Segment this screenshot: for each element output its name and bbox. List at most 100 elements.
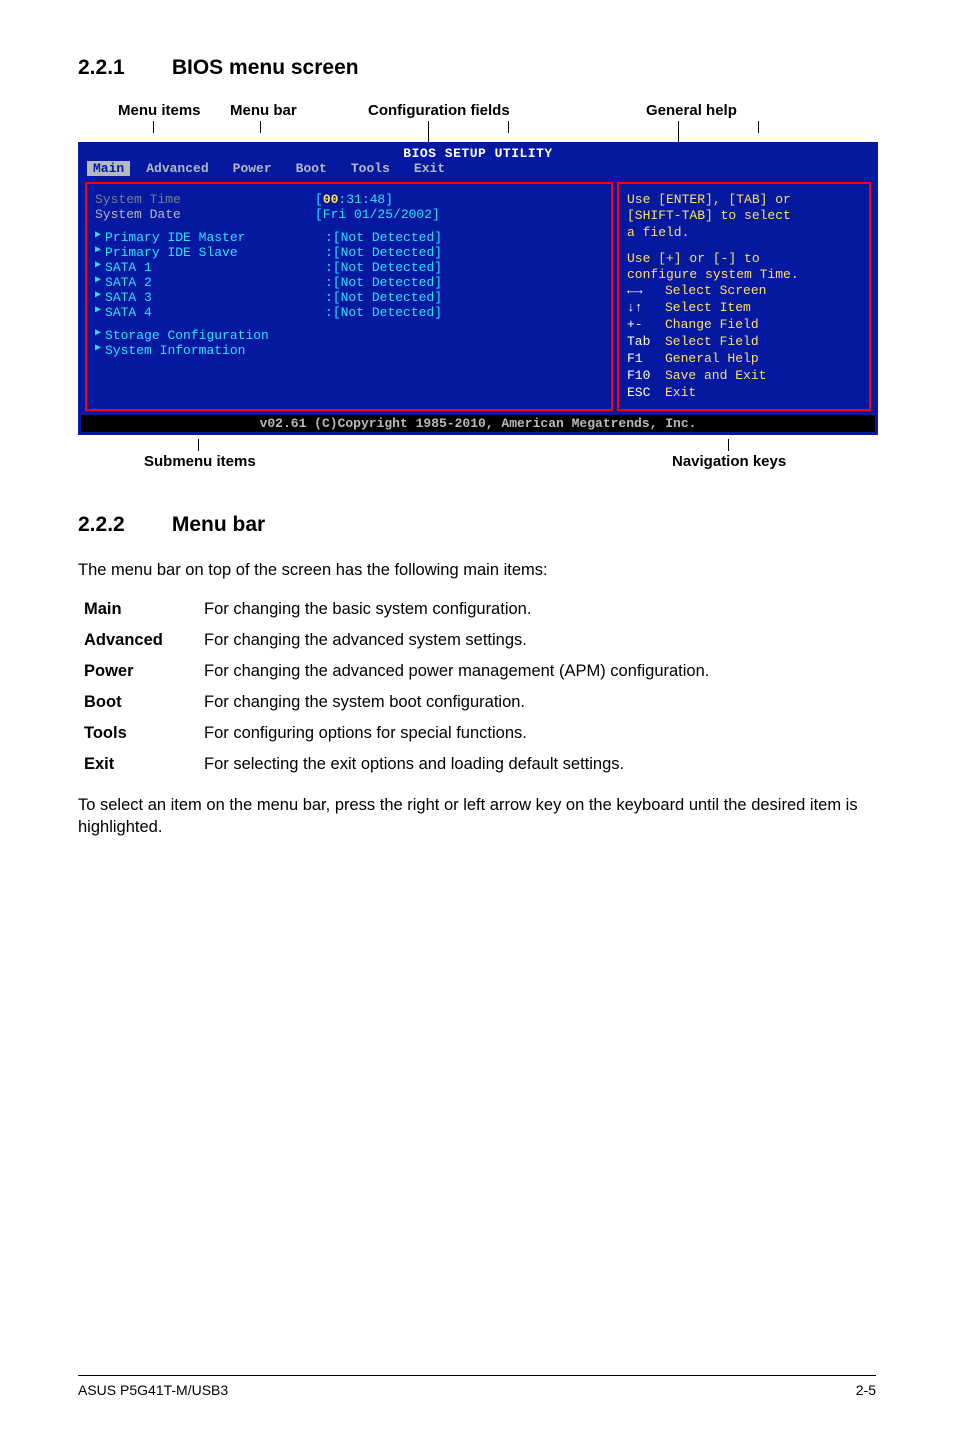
row-sata-3[interactable]: SATA 3 :[Not Detected] <box>95 290 603 305</box>
value: :[Not Detected] <box>325 290 442 305</box>
row-system-date[interactable]: System Date [Fri 01/25/2002] <box>95 207 603 222</box>
value-system-time: [00:31:48] <box>315 192 393 207</box>
table-row: BootFor changing the system boot configu… <box>84 687 721 718</box>
nav-key: +- <box>627 317 665 334</box>
callout-tick <box>198 439 199 451</box>
label: Primary IDE Master <box>105 230 325 245</box>
menu-description-table: MainFor changing the basic system config… <box>84 594 721 780</box>
label: SATA 1 <box>105 260 325 275</box>
section-heading-222: 2.2.2 Menu bar <box>78 513 876 537</box>
menu-name: Exit <box>84 749 204 780</box>
table-row: ExitFor selecting the exit options and l… <box>84 749 721 780</box>
row-primary-ide-slave[interactable]: Primary IDE Slave :[Not Detected] <box>95 245 603 260</box>
value: :[Not Detected] <box>325 275 442 290</box>
help-line: Use [ENTER], [TAB] or <box>627 192 861 208</box>
callout-row-top: Menu items Menu bar Configuration fields… <box>78 102 876 142</box>
bios-help-panel: Use [ENTER], [TAB] or [SHIFT-TAB] to sel… <box>617 182 871 411</box>
callout-tick <box>758 121 759 133</box>
nav-label: Select Screen <box>665 283 766 298</box>
table-row: MainFor changing the basic system config… <box>84 594 721 625</box>
menu-name: Power <box>84 656 204 687</box>
help-line: [SHIFT-TAB] to select <box>627 208 861 224</box>
label: SATA 3 <box>105 290 325 305</box>
callout-submenu-items: Submenu items <box>144 453 256 470</box>
nav-label: Select Field <box>665 334 759 349</box>
nav-label: General Help <box>665 351 759 366</box>
bios-title: BIOS SETUP UTILITY <box>81 145 875 161</box>
value: :[Not Detected] <box>325 230 442 245</box>
row-system-info[interactable]: System Information <box>95 343 603 358</box>
help-text: Use [ENTER], [TAB] or [SHIFT-TAB] to sel… <box>627 192 861 283</box>
row-system-time[interactable]: System Time [00:31:48] <box>95 192 603 207</box>
section-number: 2.2.1 <box>78 56 166 80</box>
label-system-date: System Date <box>95 207 315 222</box>
row-sata-4[interactable]: SATA 4 :[Not Detected] <box>95 305 603 320</box>
tab-main[interactable]: Main <box>87 161 130 176</box>
help-line: Use [+] or [-] to <box>627 251 861 267</box>
bracket-open: [ <box>315 192 323 207</box>
menu-desc: For selecting the exit options and loadi… <box>204 749 721 780</box>
row-sata-1[interactable]: SATA 1 :[Not Detected] <box>95 260 603 275</box>
callout-config-fields: Configuration fields <box>368 102 510 119</box>
row-primary-ide-master[interactable]: Primary IDE Master :[Not Detected] <box>95 230 603 245</box>
callout-menu-bar: Menu bar <box>230 102 297 119</box>
help-line: a field. <box>627 225 861 241</box>
table-row: ToolsFor configuring options for special… <box>84 718 721 749</box>
label: Storage Configuration <box>105 328 325 343</box>
section2-intro: The menu bar on top of the screen has th… <box>78 559 876 581</box>
table-row: PowerFor changing the advanced power man… <box>84 656 721 687</box>
label-system-time: System Time <box>95 192 315 207</box>
nav-label: Exit <box>665 385 696 400</box>
callout-tick <box>728 439 729 451</box>
page-footer: ASUS P5G41T-M/USB3 2-5 <box>78 1375 876 1398</box>
menu-name: Tools <box>84 718 204 749</box>
bios-main-panel: System Time [00:31:48] System Date [Fri … <box>85 182 613 411</box>
tab-boot[interactable]: Boot <box>284 161 339 176</box>
row-storage-config[interactable]: Storage Configuration <box>95 328 603 343</box>
nav-label: Change Field <box>665 317 759 332</box>
value: :[Not Detected] <box>325 305 442 320</box>
nav-key: Tab <box>627 334 665 351</box>
time-rest: :31:48] <box>338 192 393 207</box>
label: Primary IDE Slave <box>105 245 325 260</box>
value: :[Not Detected] <box>325 260 442 275</box>
callout-tick <box>260 121 261 133</box>
bios-menubar: Main Advanced Power Boot Tools Exit <box>81 161 875 178</box>
callout-row-bottom: Submenu items Navigation keys <box>78 439 876 489</box>
label: SATA 2 <box>105 275 325 290</box>
menu-desc: For changing the system boot configurati… <box>204 687 721 718</box>
tab-tools[interactable]: Tools <box>339 161 402 176</box>
nav-label: Select Item <box>665 300 751 315</box>
menu-desc: For changing the advanced system setting… <box>204 625 721 656</box>
callout-tick <box>153 121 154 133</box>
tab-exit[interactable]: Exit <box>402 161 457 176</box>
callout-tick <box>508 121 509 133</box>
nav-key: ESC <box>627 385 665 402</box>
callout-navigation-keys: Navigation keys <box>672 453 786 470</box>
label: System Information <box>105 343 325 358</box>
tab-power[interactable]: Power <box>221 161 284 176</box>
footer-product: ASUS P5G41T-M/USB3 <box>78 1382 228 1398</box>
table-row: AdvancedFor changing the advanced system… <box>84 625 721 656</box>
bios-copyright: v02.61 (C)Copyright 1985-2010, American … <box>81 415 875 432</box>
menu-name: Boot <box>84 687 204 718</box>
nav-key: F10 <box>627 368 665 385</box>
section-heading-221: 2.2.1 BIOS menu screen <box>78 56 876 80</box>
time-hh: 00 <box>323 192 339 207</box>
row-sata-2[interactable]: SATA 2 :[Not Detected] <box>95 275 603 290</box>
tab-advanced[interactable]: Advanced <box>134 161 220 176</box>
nav-label: Save and Exit <box>665 368 766 383</box>
label: SATA 4 <box>105 305 325 320</box>
menu-desc: For changing the advanced power manageme… <box>204 656 721 687</box>
menu-desc: For configuring options for special func… <box>204 718 721 749</box>
nav-key: ↓↑ <box>627 300 665 317</box>
help-line: configure system Time. <box>627 267 861 283</box>
section-number: 2.2.2 <box>78 513 166 537</box>
callout-menu-items: Menu items <box>118 102 201 119</box>
value: :[Not Detected] <box>325 245 442 260</box>
nav-key: F1 <box>627 351 665 368</box>
section-title: BIOS menu screen <box>172 56 359 79</box>
value-system-date: [Fri 01/25/2002] <box>315 207 440 222</box>
footer-page-number: 2-5 <box>856 1382 876 1398</box>
bios-screen: BIOS SETUP UTILITY Main Advanced Power B… <box>78 142 878 435</box>
